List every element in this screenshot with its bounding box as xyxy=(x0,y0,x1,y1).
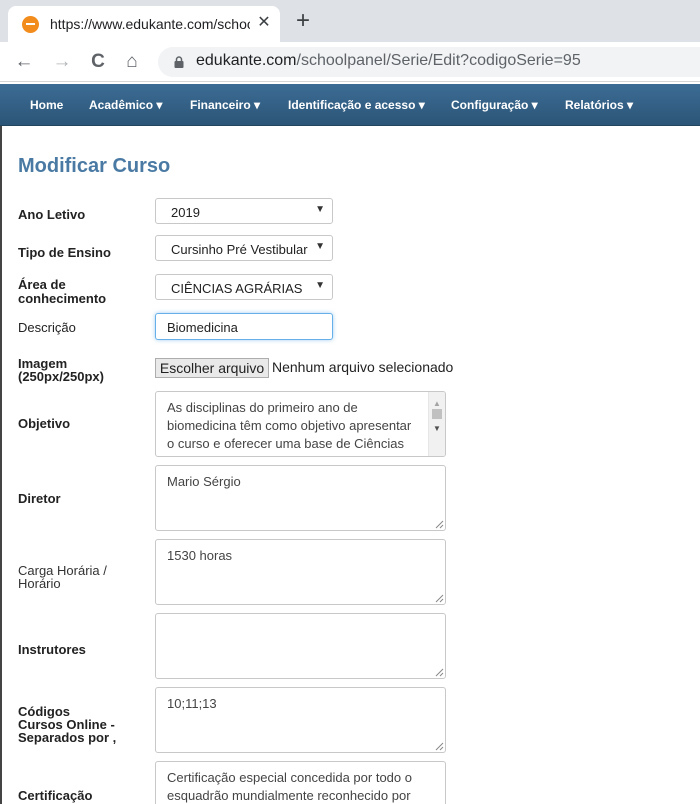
chevron-down-icon: ▼ xyxy=(315,241,325,252)
ano-letivo-value: 2019 xyxy=(171,205,200,220)
url-text: edukante.com/schoolpanel/Serie/Edit?codi… xyxy=(196,52,581,70)
browser-tab[interactable]: https://www.edukante.com/schoo ✕ xyxy=(8,6,280,42)
nav-configuracao[interactable]: Configuração ▾ xyxy=(451,98,538,112)
nav-home[interactable]: Home xyxy=(30,98,63,112)
area-value: CIÊNCIAS AGRÁRIAS xyxy=(171,281,303,296)
carga-label-line2: Horário xyxy=(18,576,61,591)
nav-identificacao[interactable]: Identificação e acesso ▾ xyxy=(288,98,425,112)
main-navbar: Home Acadêmico ▾ Financeiro ▾ Identifica… xyxy=(0,84,700,126)
forward-icon[interactable]: → xyxy=(50,50,74,74)
ano-letivo-select[interactable]: 2019 ▼ xyxy=(155,198,333,224)
objetivo-label: Objetivo xyxy=(18,416,71,431)
address-bar[interactable]: edukante.com/schoolpanel/Serie/Edit?codi… xyxy=(158,47,700,77)
certificacao-label: Certificação xyxy=(18,788,93,803)
codigos-label-line3: Separados por , xyxy=(18,730,117,745)
chevron-down-icon: ▼ xyxy=(315,280,325,291)
back-icon[interactable]: ← xyxy=(12,50,36,74)
nav-relatorios[interactable]: Relatórios ▾ xyxy=(565,98,633,112)
tipo-ensino-select[interactable]: Cursinho Pré Vestibular ▼ xyxy=(155,235,333,261)
resize-grip-icon[interactable] xyxy=(434,741,444,751)
page-title: Modificar Curso xyxy=(18,155,171,177)
descricao-input[interactable]: Biomedicina xyxy=(155,313,333,340)
resize-grip-icon[interactable] xyxy=(434,519,444,529)
imagem-label-line2: (250px/250px) xyxy=(18,369,104,384)
certificacao-text: Certificação especial concedida por todo… xyxy=(167,770,412,803)
new-tab-button[interactable]: + xyxy=(290,9,316,35)
browser-tab-strip: https://www.edukante.com/schoo ✕ + xyxy=(0,0,700,42)
choose-file-button[interactable]: Escolher arquivo xyxy=(155,358,269,378)
file-status: Nenhum arquivo selecionado xyxy=(272,359,454,375)
codigos-textarea[interactable]: 10;11;13 xyxy=(155,687,446,753)
edukante-favicon-icon xyxy=(22,16,39,33)
diretor-text: Mario Sérgio xyxy=(167,474,241,489)
diretor-label: Diretor xyxy=(18,491,61,506)
url-path: /schoolpanel/Serie/Edit?codigoSerie=95 xyxy=(296,52,581,69)
objetivo-textarea[interactable]: As disciplinas do primeiro ano de biomed… xyxy=(155,391,446,457)
resize-grip-icon[interactable] xyxy=(434,593,444,603)
tipo-ensino-label: Tipo de Ensino xyxy=(18,245,111,260)
browser-toolbar: ← → C ⌂ edukante.com/schoolpanel/Serie/E… xyxy=(0,42,700,82)
page-border xyxy=(0,126,2,804)
area-label-line2: conhecimento xyxy=(18,291,107,306)
certificacao-textarea[interactable]: Certificação especial concedida por todo… xyxy=(155,761,446,804)
area-label-line1: Área de xyxy=(18,277,66,292)
home-icon[interactable]: ⌂ xyxy=(120,50,144,74)
instrutores-label: Instrutores xyxy=(18,642,86,657)
reload-icon[interactable]: C xyxy=(86,50,110,74)
descricao-label: Descrição xyxy=(18,320,76,335)
chevron-down-icon: ▼ xyxy=(315,204,325,215)
carga-horaria-textarea[interactable]: 1530 horas xyxy=(155,539,446,605)
codigos-text: 10;11;13 xyxy=(167,696,217,711)
instrutores-textarea[interactable] xyxy=(155,613,446,679)
ano-letivo-label: Ano Letivo xyxy=(18,207,86,222)
carga-text: 1530 horas xyxy=(167,548,233,563)
nav-financeiro[interactable]: Financeiro ▾ xyxy=(190,98,260,112)
scroll-down-icon[interactable]: ▼ xyxy=(433,420,441,438)
tipo-ensino-value: Cursinho Pré Vestibular xyxy=(171,242,308,257)
resize-grip-icon[interactable] xyxy=(434,667,444,677)
objetivo-text: As disciplinas do primeiro ano de biomed… xyxy=(167,400,412,456)
area-conhecimento-select[interactable]: CIÊNCIAS AGRÁRIAS ▼ xyxy=(155,274,333,300)
tab-title: https://www.edukante.com/schoo xyxy=(50,16,250,32)
url-host: edukante.com xyxy=(196,52,297,69)
objetivo-scrollbar[interactable]: ▲ ▼ xyxy=(428,392,445,456)
nav-academico[interactable]: Acadêmico ▾ xyxy=(89,98,162,112)
tab-close-icon[interactable]: ✕ xyxy=(254,13,274,33)
diretor-textarea[interactable]: Mario Sérgio xyxy=(155,465,446,531)
lock-icon xyxy=(174,56,184,68)
scroll-thumb[interactable] xyxy=(432,409,442,419)
